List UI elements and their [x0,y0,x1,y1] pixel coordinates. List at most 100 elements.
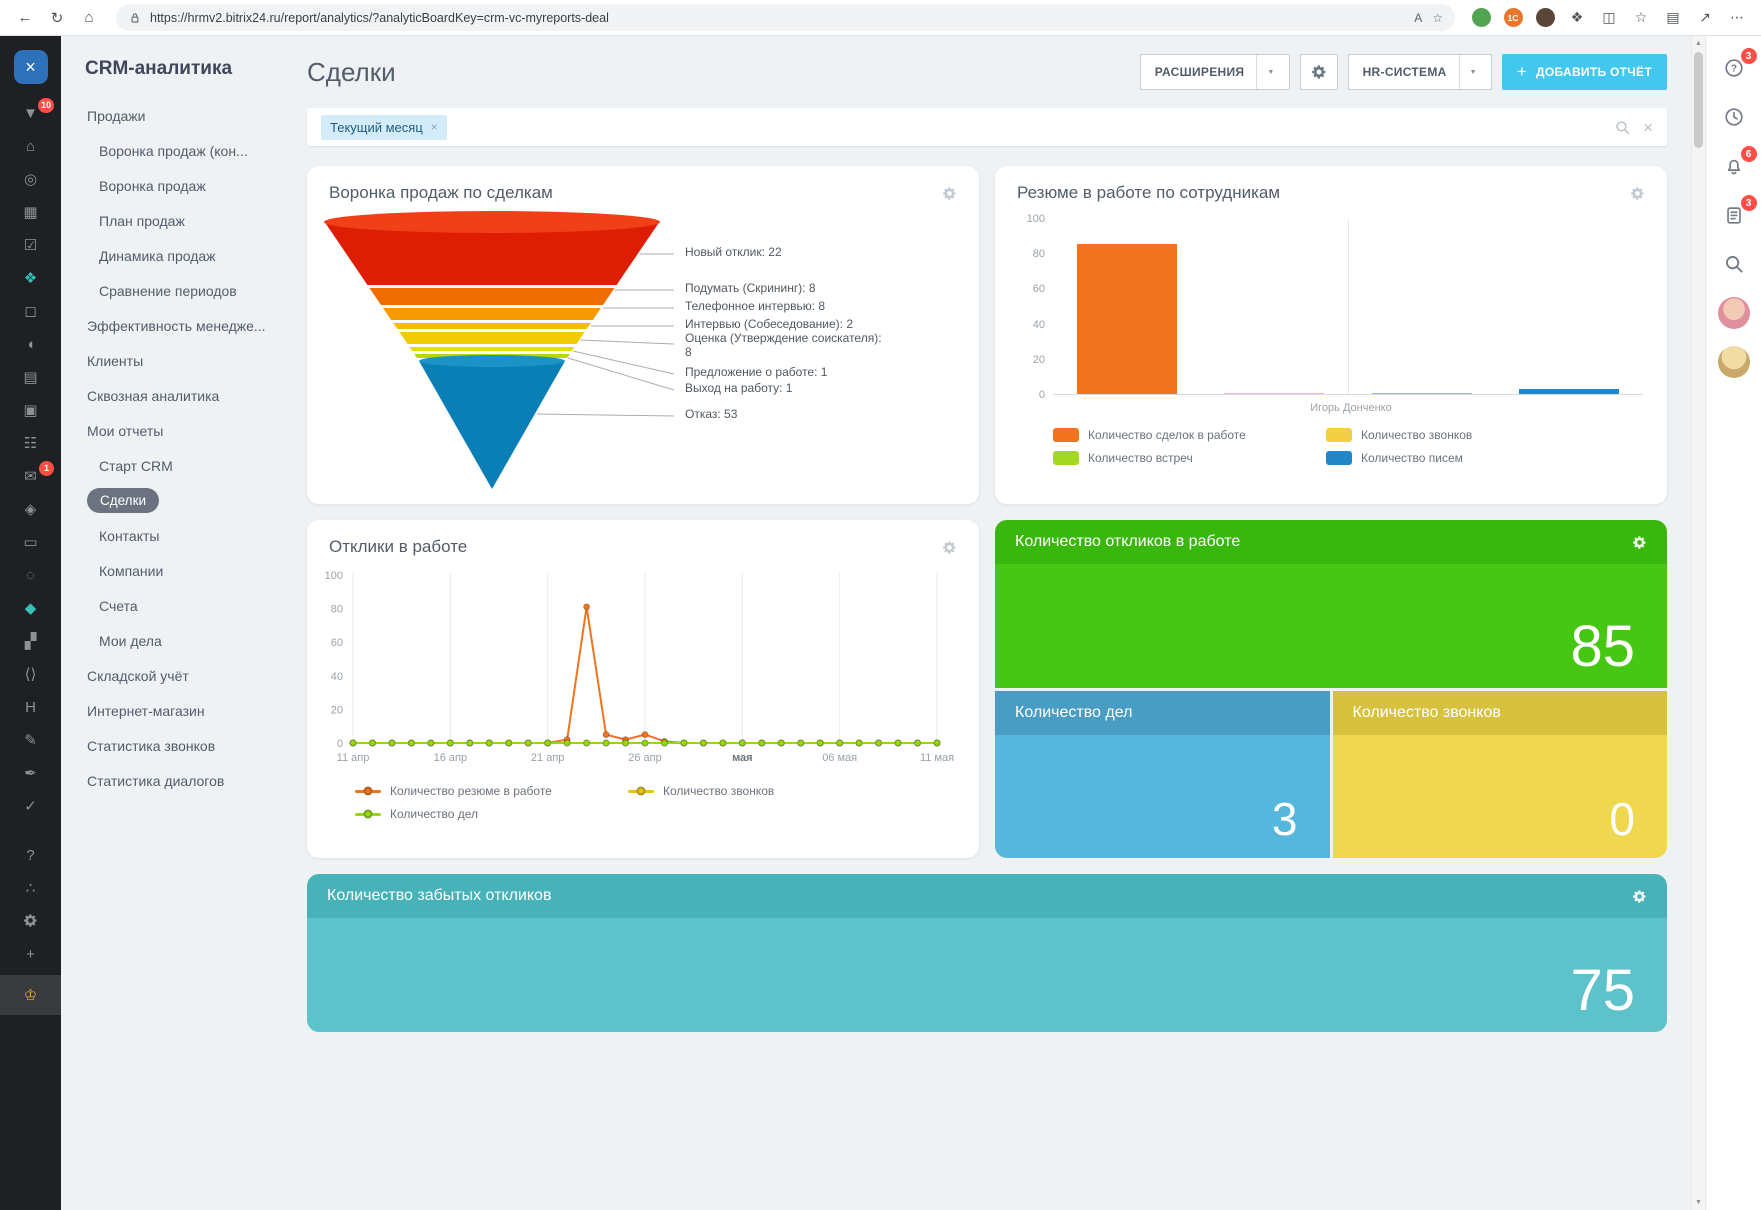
add-report-button[interactable]: + ДОБАВИТЬ ОТЧЁТ [1502,54,1667,90]
drive-icon[interactable]: ☷ [0,427,61,460]
sidebar-item-18[interactable]: Статистика звонков [61,728,295,763]
gear-icon[interactable] [1632,889,1647,904]
sidebar-item-3[interactable]: План продаж [61,203,295,238]
sidebar-item-1[interactable]: Воронка продаж (кон... [61,133,295,168]
user-avatar-1[interactable] [1718,297,1750,329]
filter-bar[interactable]: Текущий месяц × × [307,108,1667,146]
refresh-icon[interactable]: ↻ [42,3,72,33]
documents-icon[interactable]: ▣ [0,394,61,427]
messenger-icon[interactable]: ◖ [0,328,61,361]
warehouse-icon[interactable]: ◆ [0,592,61,625]
sidebar-item-2[interactable]: Воронка продаж [61,168,295,203]
history-button[interactable] [1718,101,1750,133]
extensions-button[interactable]: РАСШИРЕНИЯ ▼ [1140,54,1290,90]
more-options-icon[interactable]: ⋯ [1723,4,1751,32]
bar-series-3 [1519,389,1619,394]
sidebar-item-14[interactable]: Счета [61,588,295,623]
sidebar-item-13[interactable]: Компании [61,553,295,588]
integrations-icon[interactable]: ∴ [0,872,61,905]
calendar-icon[interactable]: ▤ [0,361,61,394]
gear-icon[interactable] [1632,535,1647,550]
add-section-icon[interactable]: + [0,938,61,971]
sidebar-item-8[interactable]: Сквозная аналитика [61,378,295,413]
marketplace-icon[interactable]: H [0,691,61,724]
sidebar-item-7[interactable]: Клиенты [61,343,295,378]
gear-icon[interactable] [942,186,957,201]
sidebar-item-4[interactable]: Динамика продаж [61,238,295,273]
collections-icon[interactable]: ▤ [1659,4,1687,32]
analytics-icon[interactable]: ▞ [0,625,61,658]
forms-icon[interactable]: ✎ [0,724,61,757]
community-icon[interactable]: ❖ [0,262,61,295]
mail-icon[interactable]: ✉1 [0,460,61,493]
back-icon[interactable]: ← [10,3,40,33]
chevron-down-icon[interactable]: ▼ [1256,55,1274,89]
legend-label: Количество звонков [663,784,774,798]
scrollbar-thumb[interactable] [1694,52,1703,148]
settings-icon[interactable] [0,905,61,938]
collapse-menu-button[interactable]: × [0,45,61,89]
sidebar-item-11[interactable]: Сделки [61,483,295,518]
user-avatar-2[interactable] [1718,346,1750,378]
split-screen-icon[interactable]: ◫ [1595,4,1623,32]
x-axis-category: Игорь Донченко [1053,395,1649,416]
sidebar-item-12[interactable]: Контакты [61,518,295,553]
scroll-down-arrow[interactable]: ▼ [1692,1195,1705,1210]
url-bar[interactable]: https://hrmv2.bitrix24.ru/report/analyti… [116,4,1455,31]
automation-icon[interactable]: ◌ [0,559,61,592]
sites-icon[interactable]: ◻ [0,295,61,328]
favorites-icon[interactable]: ☆ [1627,4,1655,32]
browser-toolbar-icons: 1С ❖◫☆▤↗⋯ [1467,4,1751,32]
gear-icon[interactable] [942,540,957,555]
extensions-puzzle-icon[interactable]: ❖ [1563,4,1591,32]
chip-remove-icon[interactable]: × [431,120,438,134]
developer-icon[interactable]: ⟨⟩ [0,658,61,691]
sidebar-item-6[interactable]: Эффективность менедже... [61,308,295,343]
tasks-icon[interactable]: ☑ [0,229,61,262]
sidebar-item-9[interactable]: Мои отчеты [61,413,295,448]
notifications-button[interactable]: 6 [1718,150,1750,182]
sign-icon[interactable]: ✒ [0,757,61,790]
x-axis-label: 11 мая [920,752,954,764]
browser-home-icon[interactable]: ⌂ [74,3,104,33]
quality-icon[interactable]: ✓ [0,790,61,823]
sidebar-item-10[interactable]: Старт CRM [61,448,295,483]
site-info-lock-icon[interactable] [128,11,142,25]
filter-chip[interactable]: Текущий месяц × [321,115,447,140]
shop-icon[interactable]: ▦ [0,196,61,229]
planner-button[interactable]: 3 [1718,199,1750,231]
sidebar-item-17[interactable]: Интернет-магазин [61,693,295,728]
board-settings-button[interactable] [1300,54,1338,90]
pet-extension-icon[interactable] [1531,4,1559,32]
helpdesk-button[interactable]: 3 [1718,52,1750,84]
sidebar-item-0[interactable]: Продажи [61,98,295,133]
read-aloud-icon[interactable]: A [1414,11,1422,25]
search-icon[interactable] [1614,119,1631,136]
x-axis-label: 16 апр [434,752,467,764]
news-icon[interactable]: ▭ [0,526,61,559]
crm-icon[interactable]: ◎ [0,163,61,196]
funnel-stage-label: Выход на работу: 1 [685,382,890,396]
sidebar-item-16[interactable]: Складской учёт [61,658,295,693]
search-button[interactable] [1718,248,1750,280]
home-icon[interactable]: ⌂ [0,130,61,163]
scroll-up-arrow[interactable]: ▲ [1692,36,1705,51]
chevron-down-icon[interactable]: ▼ [1459,55,1477,89]
board-select-button[interactable]: HR-СИСТЕМА ▼ [1348,54,1492,90]
favorite-star-icon[interactable]: ☆ [1432,11,1443,25]
main-header: Сделки РАСШИРЕНИЯ ▼ HR-СИСТЕМА ▼ + [297,46,1667,98]
onec-extension-icon[interactable]: 1С [1499,4,1527,32]
page-scrollbar[interactable]: ▲ ▼ [1691,36,1705,1210]
sidebar-item-19[interactable]: Статистика диалогов [61,763,295,798]
sidebar-item-5[interactable]: Сравнение периодов [61,273,295,308]
live-feed-icon[interactable]: ▼10 [0,97,61,130]
share-icon[interactable]: ↗ [1691,4,1719,32]
clear-filter-icon[interactable]: × [1643,119,1653,136]
bar-series-2 [1372,393,1472,395]
gear-icon[interactable] [1630,186,1645,201]
sidebar-item-15[interactable]: Мои дела [61,623,295,658]
rewards-icon[interactable]: ♔ [0,975,61,1015]
adblock-extension-icon[interactable] [1467,4,1495,32]
employees-icon[interactable]: ◈ [0,493,61,526]
support-icon[interactable]: ? [0,839,61,872]
